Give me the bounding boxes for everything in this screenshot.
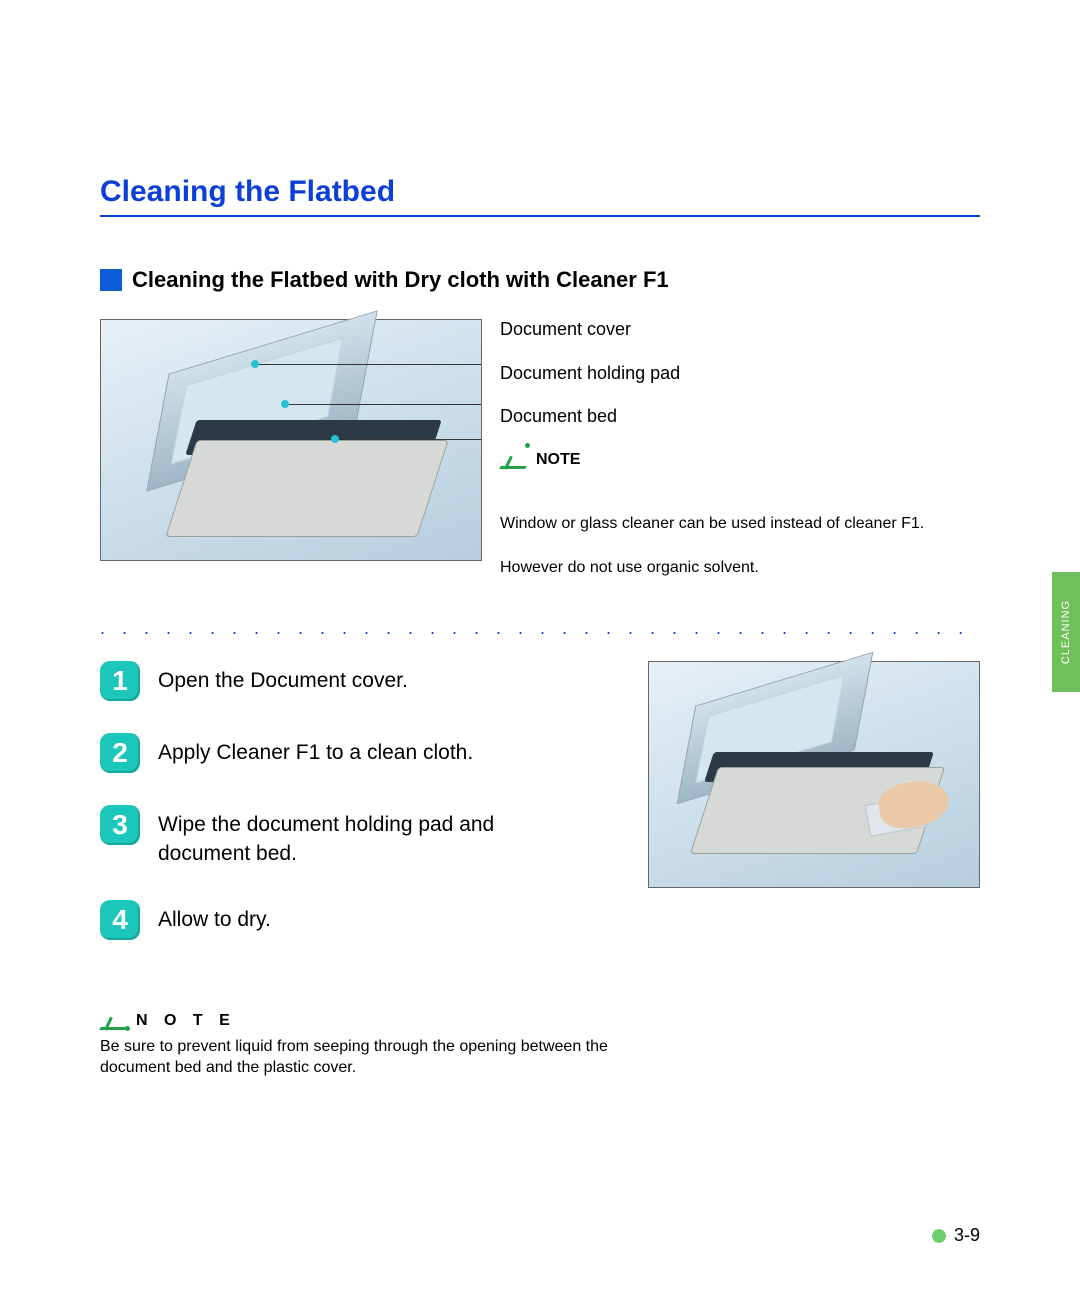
note-block-bottom: N O T E Be sure to prevent liquid from s… (100, 1012, 980, 1079)
footer-dot-icon (932, 1229, 946, 1243)
content-area: Cleaning the Flatbed Cleaning the Flatbe… (100, 175, 980, 1079)
steps-list: 1 Open the Document cover. 2 Apply Clean… (100, 661, 628, 972)
note-header-bottom: N O T E (100, 1012, 980, 1030)
page-footer: 3-9 (932, 1225, 980, 1246)
step-text-1: Open the Document cover. (158, 667, 408, 695)
step-text-3: Wipe the document holding pad and docume… (158, 811, 558, 868)
note-text-line2: However do not use organic solvent. (500, 557, 924, 579)
dotted-separator: . . . . . . . . . . . . . . . . . . . . … (100, 618, 980, 639)
label-document-bed: Document bed (500, 406, 924, 428)
step-badge-2: 2 (100, 733, 140, 773)
section-tab-cleaning: CLEANING (1052, 572, 1080, 692)
subheading-row: Cleaning the Flatbed with Dry cloth with… (100, 267, 980, 293)
title-rule (100, 215, 980, 217)
page-number: 3-9 (954, 1225, 980, 1246)
step-badge-3: 3 (100, 805, 140, 845)
step-badge-4: 4 (100, 900, 140, 940)
note-icon (500, 451, 530, 469)
step-text-4: Allow to dry. (158, 906, 271, 934)
note-text-bottom: Be sure to prevent liquid from seeping t… (100, 1036, 660, 1079)
step-1: 1 Open the Document cover. (100, 661, 628, 701)
step-4: 4 Allow to dry. (100, 900, 628, 940)
diagram-row: Document cover Document holding pad Docu… (100, 319, 980, 600)
subheading: Cleaning the Flatbed with Dry cloth with… (132, 267, 669, 293)
section-tab-label: CLEANING (1060, 600, 1072, 664)
scanner-diagram-image (100, 319, 482, 561)
note-block-top: NOTE Window or glass cleaner can be used… (500, 450, 924, 578)
label-document-holding-pad: Document holding pad (500, 363, 924, 385)
note-icon (100, 1012, 130, 1030)
step-3: 3 Wipe the document holding pad and docu… (100, 805, 628, 868)
note-header: NOTE (500, 450, 924, 491)
diagram-labels: Document cover Document holding pad Docu… (500, 319, 924, 600)
page: CLEANING Cleaning the Flatbed Cleaning t… (0, 0, 1080, 1298)
step-2: 2 Apply Cleaner F1 to a clean cloth. (100, 733, 628, 773)
note-title-bottom: N O T E (136, 1012, 236, 1030)
steps-wrap: 1 Open the Document cover. 2 Apply Clean… (100, 661, 980, 972)
label-document-cover: Document cover (500, 319, 924, 341)
scanner-wipe-image (648, 661, 980, 888)
blue-square-icon (100, 269, 122, 291)
page-title: Cleaning the Flatbed (100, 175, 980, 209)
step-badge-1: 1 (100, 661, 140, 701)
note-text-line1: Window or glass cleaner can be used inst… (500, 513, 924, 535)
note-title: NOTE (536, 450, 580, 469)
step-text-2: Apply Cleaner F1 to a clean cloth. (158, 739, 473, 767)
